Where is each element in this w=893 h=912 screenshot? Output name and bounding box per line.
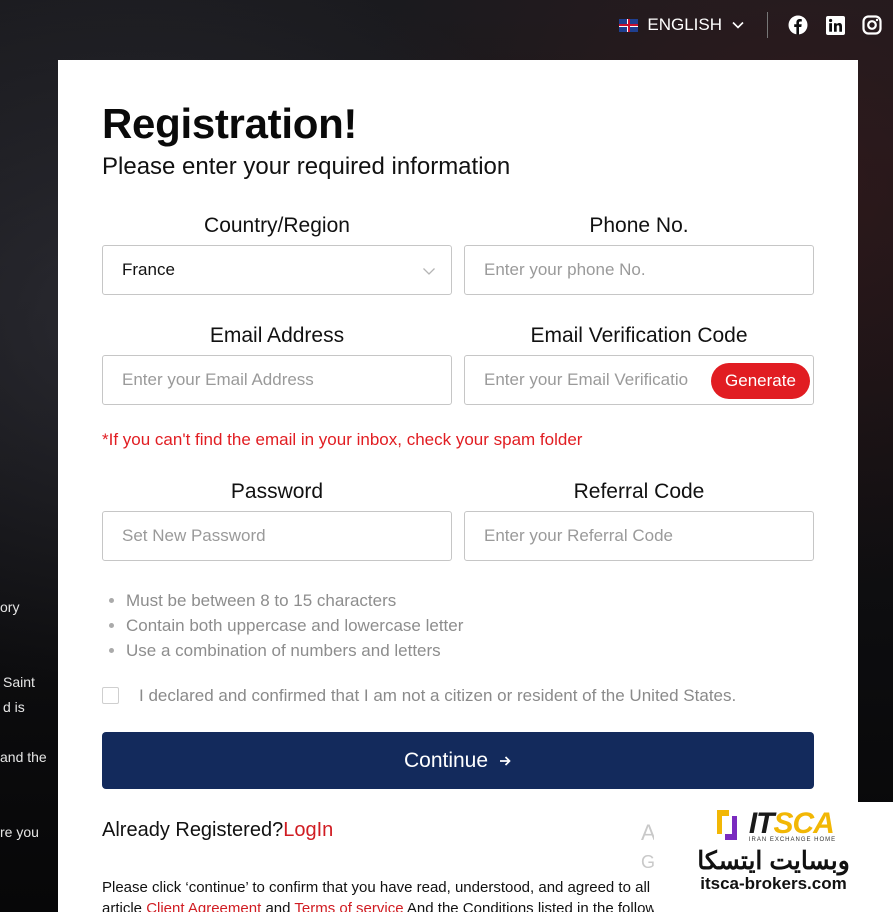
itsca-tagline: IRAN EXCHANGE HOME — [748, 837, 837, 843]
instagram-icon[interactable] — [862, 15, 882, 35]
itsca-logo-icon — [716, 810, 737, 840]
top-bar: ENGLISH — [619, 0, 893, 50]
background-text: ory — [0, 599, 20, 615]
us-declaration-label: I declared and confirmed that I am not a… — [139, 686, 737, 705]
referral-label: Referral Code — [573, 480, 705, 503]
phone-field[interactable] — [464, 245, 814, 295]
terms-of-service-link[interactable]: Terms of service — [294, 900, 403, 912]
chevron-down-icon — [732, 21, 744, 29]
agreement-prefix: article — [102, 900, 143, 912]
country-value: France — [122, 260, 175, 279]
referral-input[interactable] — [484, 526, 813, 546]
password-rules: Must be between 8 to 15 characters Conta… — [126, 588, 463, 663]
verification-code-field[interactable]: Generate — [464, 355, 814, 405]
already-registered: Already Registered?LogIn — [102, 819, 333, 842]
itsca-persian-name: وبسایت ایتسکا — [697, 847, 850, 875]
agreement-suffix: And the Conditions listed in the follow — [406, 900, 657, 912]
uk-flag-icon — [619, 18, 639, 32]
background-text: d is — [3, 699, 25, 715]
language-label: ENGLISH — [647, 15, 722, 34]
verification-code-input[interactable] — [484, 370, 688, 390]
linkedin-icon[interactable] — [825, 15, 845, 35]
agreement-links: article Client Agreement and Terms of se… — [102, 900, 656, 912]
list-item: Use a combination of numbers and letters — [126, 638, 463, 663]
background-text: Saint — [3, 674, 35, 690]
phone-label: Phone No. — [589, 214, 689, 237]
social-links — [788, 15, 882, 35]
list-item: Contain both uppercase and lowercase let… — [126, 613, 463, 638]
faded-text: G — [641, 852, 656, 872]
background-text: and the — [0, 749, 47, 765]
password-label: Password — [230, 480, 324, 503]
agreement-text: Please click ‘continue’ to confirm that … — [102, 879, 651, 896]
continue-label: Continue — [403, 748, 489, 772]
itsca-url: itsca-brokers.com — [700, 874, 847, 893]
itsca-logo: ITSCA IRAN EXCHANGE HOME — [711, 806, 836, 844]
generate-button[interactable]: Generate — [711, 363, 810, 399]
and-text: and — [265, 900, 291, 912]
password-input[interactable] — [122, 526, 451, 546]
itsca-watermark: ITSCA IRAN EXCHANGE HOME وبسایت ایتسکا i… — [654, 802, 893, 912]
language-selector[interactable]: ENGLISH — [619, 15, 745, 35]
password-field[interactable] — [102, 511, 452, 561]
already-registered-text: Already Registered? — [102, 819, 284, 841]
email-field[interactable] — [102, 355, 452, 405]
referral-field[interactable] — [464, 511, 814, 561]
page-title: Registration! — [102, 100, 358, 147]
background-text: re you — [0, 824, 39, 840]
spam-folder-note: *If you can't find the email in your inb… — [102, 430, 583, 449]
itsca-brand: ITSCA — [748, 807, 835, 840]
page-subtitle: Please enter your required information — [102, 153, 511, 180]
list-item: Must be between 8 to 15 characters — [126, 588, 463, 613]
verification-code-label: Email Verification Code — [530, 324, 748, 347]
country-select[interactable]: France — [102, 245, 452, 295]
us-declaration-checkbox[interactable] — [102, 687, 119, 704]
phone-input[interactable] — [484, 260, 813, 280]
registration-card: Registration! Please enter your required… — [58, 60, 858, 912]
continue-button[interactable]: Continue — [102, 732, 814, 789]
chevron-down-icon — [423, 268, 435, 275]
facebook-icon[interactable] — [788, 15, 808, 35]
login-link[interactable]: LogIn — [283, 819, 333, 841]
arrow-right-icon — [500, 755, 511, 766]
email-input[interactable] — [122, 370, 451, 390]
country-label: Country/Region — [204, 214, 350, 237]
email-label: Email Address — [209, 324, 345, 347]
client-agreement-link[interactable]: Client Agreement — [146, 900, 261, 912]
topbar-divider — [767, 12, 768, 38]
